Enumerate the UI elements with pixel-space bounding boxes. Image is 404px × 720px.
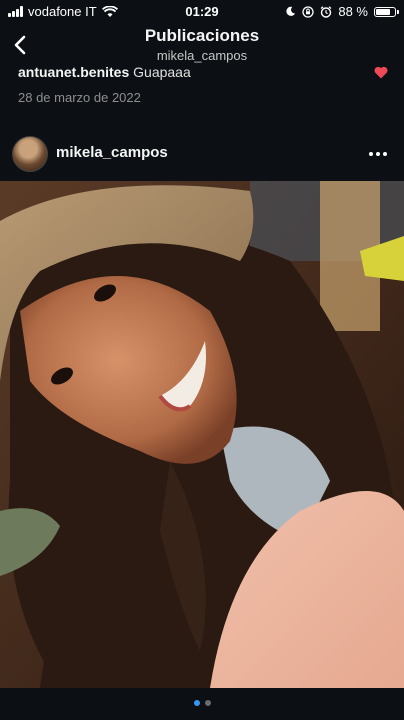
post-date: 28 de marzo de 2022 [18, 90, 141, 105]
comment-username[interactable]: antuanet.benites [18, 64, 129, 80]
battery-label: 88 % [338, 4, 368, 19]
alarm-icon [320, 5, 332, 18]
top-nav: Publicaciones mikela_campos [0, 24, 404, 68]
post-username[interactable]: mikela_campos [56, 144, 168, 161]
rotation-lock-icon [302, 5, 315, 18]
page-subtitle: mikela_campos [156, 48, 248, 63]
avatar[interactable] [12, 136, 48, 172]
comment: antuanet.benites Guapaaa [18, 64, 191, 80]
more-horizontal-icon [369, 152, 387, 156]
carousel-dot [193, 700, 200, 706]
page-title: Publicaciones [144, 26, 260, 45]
post-header: mikela_campos [0, 132, 404, 176]
heart-icon[interactable] [374, 66, 388, 79]
post-photo[interactable] [0, 181, 404, 688]
battery-icon [374, 6, 399, 17]
comment-text: Guapaaa [133, 64, 191, 80]
moon-icon [286, 6, 296, 16]
status-right: 88 % [285, 4, 399, 19]
photo-illustration [0, 181, 404, 688]
carousel-indicator [0, 700, 404, 706]
carousel-dot [204, 700, 211, 706]
previous-post-footer: antuanet.benites Guapaaa 28 de marzo de … [0, 64, 404, 114]
status-bar: vodafone IT 01:29 88 % [0, 0, 404, 24]
more-options-button[interactable] [364, 140, 392, 168]
